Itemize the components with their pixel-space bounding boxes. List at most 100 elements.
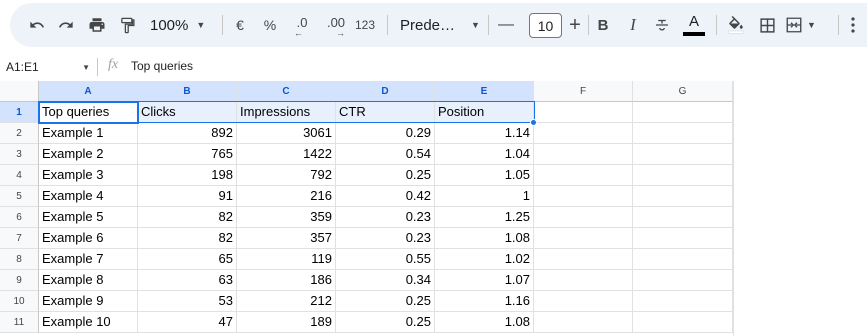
row-header-11[interactable]: 11 (0, 312, 39, 333)
table-cell[interactable]: 63 (138, 270, 237, 291)
row-header-2[interactable]: 2 (0, 123, 39, 144)
table-cell[interactable]: Example 3 (39, 165, 138, 186)
table-cell[interactable]: 0.55 (336, 249, 435, 270)
table-cell[interactable]: 47 (138, 312, 237, 333)
table-cell[interactable]: 1422 (237, 144, 336, 165)
column-header-e[interactable]: E (435, 81, 534, 102)
select-all-corner[interactable] (0, 81, 39, 102)
row-header-9[interactable]: 9 (0, 270, 39, 291)
header-cell[interactable]: Clicks (138, 102, 237, 123)
currency-button[interactable]: € (230, 3, 250, 47)
table-cell[interactable] (633, 186, 733, 207)
table-cell[interactable]: Example 6 (39, 228, 138, 249)
table-cell[interactable] (534, 165, 633, 186)
font-size-input[interactable]: 10 (529, 13, 562, 38)
table-cell[interactable]: 82 (138, 207, 237, 228)
row-header-8[interactable]: 8 (0, 249, 39, 270)
row-header-4[interactable]: 4 (0, 165, 39, 186)
table-cell[interactable] (633, 123, 733, 144)
column-header-c[interactable]: C (237, 81, 336, 102)
italic-button[interactable]: I (622, 3, 644, 47)
table-cell[interactable] (534, 312, 633, 333)
table-cell[interactable] (633, 312, 733, 333)
table-cell[interactable]: 82 (138, 228, 237, 249)
table-cell[interactable]: Example 8 (39, 270, 138, 291)
column-header-g[interactable]: G (633, 81, 733, 102)
bold-button[interactable]: B (592, 3, 614, 47)
table-cell[interactable] (633, 270, 733, 291)
table-cell[interactable] (534, 123, 633, 144)
decrease-font-size-button[interactable]: — (495, 3, 517, 47)
table-cell[interactable]: 91 (138, 186, 237, 207)
table-cell[interactable]: 189 (237, 312, 336, 333)
table-cell[interactable]: 212 (237, 291, 336, 312)
table-cell[interactable]: 1.14 (435, 123, 534, 144)
table-cell[interactable] (534, 144, 633, 165)
table-cell[interactable]: Example 5 (39, 207, 138, 228)
header-cell[interactable]: Impressions (237, 102, 336, 123)
increase-decimal-button[interactable]: .00 → (322, 3, 350, 47)
table-cell[interactable]: Example 2 (39, 144, 138, 165)
table-cell[interactable]: 1.08 (435, 312, 534, 333)
borders-button[interactable] (755, 3, 779, 47)
table-cell[interactable]: 3061 (237, 123, 336, 144)
header-cell[interactable] (534, 102, 633, 123)
table-cell[interactable]: 65 (138, 249, 237, 270)
column-header-b[interactable]: B (138, 81, 237, 102)
table-cell[interactable]: 1.25 (435, 207, 534, 228)
column-header-a[interactable]: A (39, 81, 138, 102)
table-cell[interactable] (633, 249, 733, 270)
text-color-button[interactable]: A (681, 3, 707, 47)
print-button[interactable] (85, 3, 109, 47)
table-cell[interactable] (633, 165, 733, 186)
table-cell[interactable]: 1.04 (435, 144, 534, 165)
table-cell[interactable]: 0.54 (336, 144, 435, 165)
row-header-1[interactable]: 1 (0, 102, 39, 123)
redo-button[interactable] (55, 3, 77, 47)
undo-button[interactable] (26, 3, 48, 47)
table-cell[interactable]: 0.29 (336, 123, 435, 144)
table-cell[interactable]: 53 (138, 291, 237, 312)
header-cell[interactable]: Position (435, 102, 534, 123)
column-header-f[interactable]: F (534, 81, 633, 102)
table-cell[interactable]: Example 1 (39, 123, 138, 144)
table-cell[interactable]: 0.34 (336, 270, 435, 291)
table-cell[interactable] (633, 228, 733, 249)
table-cell[interactable]: 357 (237, 228, 336, 249)
table-cell[interactable]: 1 (435, 186, 534, 207)
paint-format-button[interactable] (115, 3, 139, 47)
more-formats-button[interactable]: 123 (353, 3, 377, 47)
table-cell[interactable]: 0.25 (336, 165, 435, 186)
header-cell[interactable] (633, 102, 733, 123)
zoom-select[interactable]: 100% ▼ (150, 3, 210, 47)
table-cell[interactable]: 216 (237, 186, 336, 207)
table-cell[interactable] (534, 228, 633, 249)
strikethrough-button[interactable] (651, 3, 673, 47)
table-cell[interactable] (534, 186, 633, 207)
table-cell[interactable] (633, 291, 733, 312)
table-cell[interactable]: Example 9 (39, 291, 138, 312)
table-cell[interactable]: 186 (237, 270, 336, 291)
percent-button[interactable]: % (260, 3, 280, 47)
fill-handle[interactable] (530, 119, 537, 126)
fill-color-button[interactable] (724, 3, 748, 47)
table-cell[interactable]: 1.16 (435, 291, 534, 312)
table-cell[interactable]: 892 (138, 123, 237, 144)
table-cell[interactable]: 792 (237, 165, 336, 186)
header-cell[interactable]: CTR (336, 102, 435, 123)
table-cell[interactable]: 0.42 (336, 186, 435, 207)
table-cell[interactable]: Example 7 (39, 249, 138, 270)
table-cell[interactable] (534, 207, 633, 228)
table-cell[interactable] (633, 144, 733, 165)
table-cell[interactable]: 198 (138, 165, 237, 186)
table-cell[interactable]: 0.23 (336, 207, 435, 228)
table-cell[interactable]: Example 10 (39, 312, 138, 333)
table-cell[interactable]: Example 4 (39, 186, 138, 207)
table-cell[interactable]: 359 (237, 207, 336, 228)
table-cell[interactable]: 1.08 (435, 228, 534, 249)
column-header-d[interactable]: D (336, 81, 435, 102)
merge-cells-button[interactable]: ▼ (785, 3, 829, 47)
row-header-10[interactable]: 10 (0, 291, 39, 312)
increase-font-size-button[interactable]: + (563, 3, 587, 47)
font-select[interactable]: Prede… ▼ (400, 3, 480, 47)
